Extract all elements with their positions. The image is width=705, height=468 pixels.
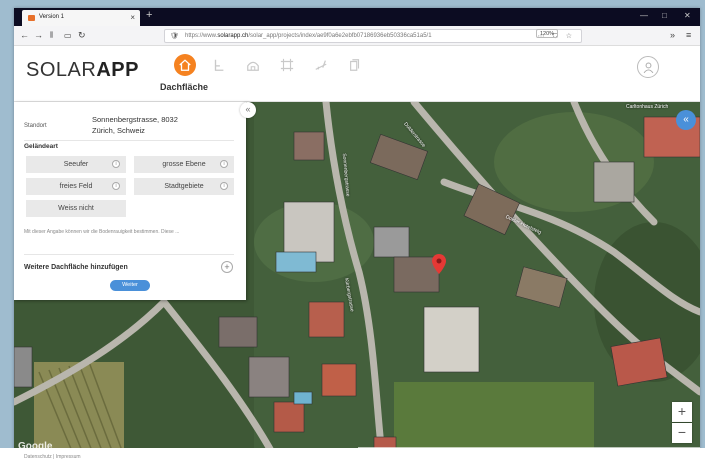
terrain-option-freies-feld[interactable]: freies Feld i <box>26 178 126 195</box>
divider <box>24 254 234 255</box>
menu-icon[interactable]: ≡ <box>686 30 691 40</box>
terrain-option-stadtgebiete[interactable]: Stadtgebiete i <box>134 178 234 195</box>
next-button[interactable]: Weiter <box>110 280 150 291</box>
roof-shape-icon <box>214 59 224 71</box>
collapse-panel-button[interactable]: « <box>240 102 256 118</box>
step-roof-type[interactable] <box>242 54 264 76</box>
app-header: SOLARAPP Dachfläche <box>14 46 700 102</box>
step-panels[interactable] <box>310 54 332 76</box>
browser-window: Version 1 × + — □ ✕ ← → ⫼ ▭ ↻ 🛡 https://… <box>14 8 700 456</box>
terrain-option-seeufer[interactable]: Seeufer i <box>26 156 126 173</box>
zoom-level[interactable]: 120% <box>536 29 558 38</box>
library-icon[interactable]: ⫼ <box>50 32 53 40</box>
step-dimensions[interactable] <box>276 54 298 76</box>
zoom-out-button[interactable]: − <box>672 423 692 443</box>
roof-type-icon <box>247 61 259 71</box>
page-footer[interactable]: Datenschutz | Impressum <box>0 448 705 468</box>
terrain-option-label: Seeufer <box>63 161 89 168</box>
minimize-icon[interactable]: — <box>640 11 648 20</box>
address-line-2: Zürich, Schweiz <box>92 126 145 135</box>
terrain-hint-text: Mit dieser Angabe können wir die Bodenra… <box>24 229 180 235</box>
lock-icon: 🛡 <box>170 33 179 40</box>
terrain-type-heading: Geländeart <box>24 143 58 150</box>
location-pin-icon[interactable] <box>432 254 446 274</box>
zoom-in-button[interactable]: + <box>672 402 692 422</box>
step-summary[interactable] <box>344 54 366 76</box>
tab-title: Version 1 <box>39 14 65 20</box>
document-icon <box>350 59 360 71</box>
solar-panel-icon <box>315 60 327 70</box>
reload-icon[interactable]: ↻ <box>78 30 86 41</box>
app-logo[interactable]: SOLARAPP <box>26 59 139 82</box>
add-roof-label: Weitere Dachfläche hinzufügen <box>24 264 128 271</box>
terrain-option-grosse-ebene[interactable]: grosse Ebene i <box>134 156 234 173</box>
add-roof-button[interactable]: + <box>221 261 233 273</box>
active-step-label: Dachfläche <box>160 82 209 92</box>
tab-close-icon[interactable]: × <box>130 13 135 22</box>
overflow-icon[interactable]: » <box>670 30 675 40</box>
url-text: https://www.solarapp.ch/solar_app/projec… <box>185 33 432 39</box>
location-label: Standort <box>24 123 47 129</box>
terrain-option-weiss-nicht[interactable]: Weiss nicht <box>26 200 126 217</box>
address-line-1: Sonnenbergstrasse, 8032 <box>92 115 178 124</box>
info-icon[interactable]: i <box>112 160 120 168</box>
place-label: Carltonhaus Zürich <box>626 104 669 110</box>
expand-panel-button[interactable]: « <box>676 110 696 130</box>
user-avatar[interactable] <box>637 56 659 78</box>
terrain-option-label: grosse Ebene <box>162 161 206 168</box>
window-close-icon[interactable]: ✕ <box>684 11 691 20</box>
step-roof-shape[interactable] <box>208 54 230 76</box>
favicon-icon <box>28 15 35 21</box>
sidebar-toggle-icon[interactable]: ▭ <box>64 31 72 40</box>
user-icon <box>643 62 653 73</box>
back-icon[interactable]: ← <box>20 30 29 40</box>
terrain-option-label: freies Feld <box>59 183 93 190</box>
maximize-icon[interactable]: □ <box>662 11 667 20</box>
browser-navbar: ← → ⫼ ▭ ↻ 🛡 https://www.solarapp.ch/sola… <box>14 26 700 46</box>
terrain-option-label: Weiss nicht <box>58 205 94 212</box>
forward-icon[interactable]: → <box>34 30 43 40</box>
step-roof-area[interactable] <box>174 54 196 76</box>
info-icon[interactable]: i <box>220 182 228 190</box>
divider <box>24 140 234 141</box>
info-icon[interactable]: i <box>112 182 120 190</box>
browser-tabbar: Version 1 × + — □ ✕ <box>14 8 700 26</box>
new-tab-icon[interactable]: + <box>146 9 152 21</box>
terrain-option-label: Stadtgebiete <box>164 183 204 190</box>
browser-tab[interactable]: Version 1 × <box>22 10 140 26</box>
house-icon <box>179 59 191 71</box>
info-icon[interactable]: i <box>220 160 228 168</box>
roof-settings-panel: « Standort Sonnenbergstrasse, 8032 Züric… <box>14 102 256 300</box>
url-bar[interactable]: 🛡 https://www.solarapp.ch/solar_app/proj… <box>164 29 582 43</box>
frame-icon <box>280 58 294 72</box>
